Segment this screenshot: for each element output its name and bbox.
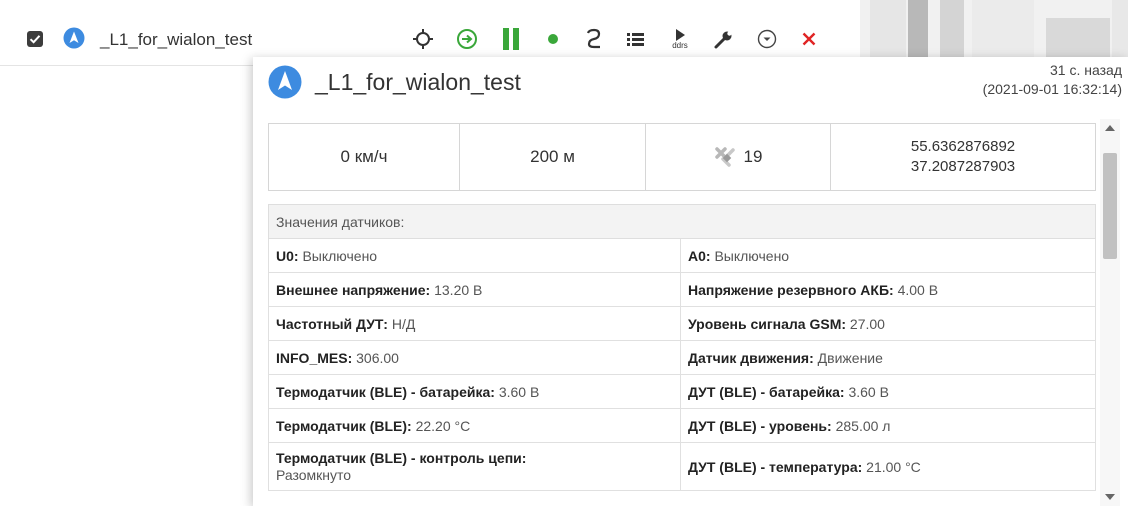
sensor-row: INFO_MES: 306.00 Датчик движения: Движен… — [268, 340, 1096, 375]
play-ddrs-label: ddrs — [672, 41, 688, 50]
sensor-value: Выключено — [302, 247, 378, 264]
sensor-label: Уровень сигнала GSM: — [688, 315, 847, 332]
sensor-row: Термодатчик (BLE): 22.20 °С ДУТ (BLE) - … — [268, 408, 1096, 443]
scroll-up-arrow-icon[interactable] — [1105, 125, 1115, 131]
sensor-row: U0: Выключено A0: Выключено — [268, 238, 1096, 273]
locate-button[interactable] — [410, 26, 436, 52]
unit-checkbox[interactable] — [27, 31, 43, 47]
sensor-label: INFO_MES: — [276, 349, 353, 366]
timestamp: (2021-09-01 16:32:14) — [982, 81, 1122, 97]
unit-name[interactable]: _L1_for_wialon_test — [100, 30, 252, 50]
close-icon — [802, 32, 816, 46]
sensor-label: A0: — [688, 247, 711, 264]
satellite-icon — [714, 147, 735, 167]
sensor-value: 285.00 л — [835, 417, 891, 434]
popup-scrollbar[interactable] — [1100, 119, 1120, 506]
sensor-cell: Датчик движения: Движение — [680, 340, 1096, 375]
sensor-value: 3.60 В — [498, 383, 540, 400]
track-button[interactable] — [581, 26, 607, 52]
sensor-label: ДУТ (BLE) - температура: — [688, 458, 863, 475]
checkmark-icon — [29, 35, 41, 44]
sensor-cell: INFO_MES: 306.00 — [268, 340, 681, 375]
sensor-label: U0: — [276, 247, 299, 264]
sensor-row: Термодатчик (BLE) - батарейка: 3.60 В ДУ… — [268, 374, 1096, 409]
sensor-row: Внешнее напряжение: 13.20 В Напряжение р… — [268, 272, 1096, 307]
sensor-value: Выключено — [714, 247, 790, 264]
sensor-cell: Термодатчик (BLE) - контроль цепи: Разомк… — [268, 442, 681, 491]
sensor-value: 22.20 °С — [415, 417, 471, 434]
pause-button[interactable] — [498, 26, 524, 52]
play-ddrs-icon — [676, 29, 685, 41]
sensor-label: Термодатчик (BLE) - батарейка: — [276, 383, 495, 400]
latitude-value: 55.6362876892 — [910, 138, 1016, 155]
chevron-circle-icon — [757, 29, 777, 49]
time-ago: 31 с. назад — [1050, 62, 1122, 78]
more-menu-button[interactable] — [754, 26, 780, 52]
list-icon — [627, 33, 644, 46]
sensor-label: Термодатчик (BLE): — [276, 417, 412, 434]
sensor-value: 21.00 °С — [866, 458, 921, 475]
sensor-value: 3.60 В — [848, 383, 889, 400]
altitude-value: 200 м — [460, 124, 646, 190]
sensor-label: Датчик движения: — [688, 349, 814, 366]
command-arrow-icon — [457, 29, 477, 49]
sensor-label: ДУТ (BLE) - батарейка: — [688, 383, 845, 400]
sensor-value: 306.00 — [356, 349, 399, 366]
track-icon — [586, 28, 601, 49]
status-indicator — [543, 26, 563, 52]
sensors-table: Значения датчиков: U0: Выключено A0: Вык… — [268, 204, 1096, 491]
speed-value: 0 км/ч — [269, 124, 460, 190]
sensor-row: Частотный ДУТ: Н/Д Уровень сигнала GSM: … — [268, 306, 1096, 341]
sensor-value: 13.20 В — [434, 281, 483, 298]
sensor-cell: Частотный ДУТ: Н/Д — [268, 306, 681, 341]
coordinates-cell[interactable]: 55.6362876892 37.2087287903 — [831, 124, 1095, 190]
popup-title: _L1_for_wialon_test — [315, 69, 521, 95]
sensor-cell: ДУТ (BLE) - батарейка: 3.60 В — [680, 374, 1096, 409]
sensor-cell: Уровень сигнала GSM: 27.00 — [680, 306, 1096, 341]
list-button[interactable] — [623, 26, 649, 52]
sensor-cell: ДУТ (BLE) - уровень: 285.00 л — [680, 408, 1096, 443]
unit-info-popup: _L1_for_wialon_test 31 с. назад (2021-09… — [253, 57, 1128, 506]
sensor-cell: Термодатчик (BLE): 22.20 °С — [268, 408, 681, 443]
sensor-cell: Термодатчик (BLE) - батарейка: 3.60 В — [268, 374, 681, 409]
sensor-cell: A0: Выключено — [680, 238, 1096, 273]
send-command-button[interactable] — [454, 26, 480, 52]
sensor-row: Термодатчик (BLE) - контроль цепи: Разомк… — [268, 442, 1096, 491]
sensor-value: 27.00 — [849, 315, 885, 332]
stats-bar: 0 км/ч 200 м 19 55.6362876892 37.2087287… — [268, 123, 1096, 191]
locate-crosshair-icon — [413, 29, 433, 49]
sensor-value: Движение — [817, 349, 883, 366]
sensor-label: Напряжение резервного АКБ: — [688, 281, 894, 298]
longitude-value: 37.2087287903 — [910, 158, 1016, 175]
close-unit-button[interactable] — [796, 26, 822, 52]
sensors-header: Значения датчиков: — [268, 204, 1096, 239]
sensor-cell: Внешнее напряжение: 13.20 В — [268, 272, 681, 307]
scroll-thumb[interactable] — [1103, 153, 1117, 259]
sensor-label: Внешнее напряжение: — [276, 281, 431, 298]
last-message-time: 31 с. назад (2021-09-01 16:32:14) — [983, 61, 1122, 99]
scroll-down-arrow-icon[interactable] — [1105, 494, 1115, 500]
satellites-cell: 19 — [646, 124, 831, 190]
wrench-icon — [714, 31, 732, 49]
navigation-arrow-icon — [63, 27, 85, 49]
sensor-cell: ДУТ (BLE) - температура: 21.00 °С — [680, 442, 1096, 491]
sensor-value: Н/Д — [391, 315, 416, 332]
settings-button[interactable] — [710, 26, 736, 52]
pause-icon — [503, 28, 519, 50]
sensor-value: Разомкнуто — [276, 466, 352, 483]
sensor-label: Частотный ДУТ: — [276, 315, 388, 332]
sensor-value: 4.00 В — [897, 281, 939, 298]
sensor-cell: U0: Выключено — [268, 238, 681, 273]
status-dot-icon — [548, 34, 558, 44]
sensor-label: ДУТ (BLE) - уровень: — [688, 417, 832, 434]
sensor-label: Термодатчик (BLE) - контроль цепи: — [276, 449, 527, 466]
satellites-value: 19 — [743, 147, 763, 166]
play-ddrs-button[interactable]: ddrs — [664, 26, 696, 52]
sensor-cell: Напряжение резервного АКБ: 4.00 В — [680, 272, 1096, 307]
unit-navigation-icon — [268, 65, 302, 99]
